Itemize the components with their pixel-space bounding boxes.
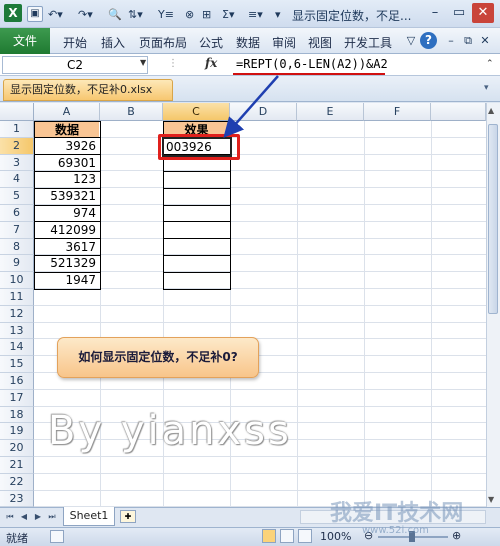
normal-view-icon[interactable] xyxy=(262,529,276,543)
insert-sheet-icon[interactable]: ✚ xyxy=(120,510,136,523)
last-sheet-icon[interactable]: ⏭ xyxy=(46,509,58,525)
page-layout-view-icon[interactable] xyxy=(280,529,294,543)
sheet-tab-sheet1[interactable]: Sheet1 xyxy=(63,507,115,526)
scroll-thumb[interactable] xyxy=(488,124,498,314)
author-watermark: By yianxss xyxy=(48,408,292,454)
annotation-arrow xyxy=(223,75,279,138)
zoom-level[interactable]: 100% xyxy=(320,530,351,543)
prev-sheet-icon[interactable]: ◀ xyxy=(18,509,30,525)
page-break-view-icon[interactable] xyxy=(298,529,312,543)
zoom-in-icon[interactable]: ⊕ xyxy=(452,529,461,542)
site-watermark-url: www.52i.com xyxy=(362,525,429,536)
scroll-down-icon[interactable]: ▼ xyxy=(488,495,494,504)
status-ready: 就绪 xyxy=(6,532,28,545)
callout-box: 如何显示固定位数，不足补0? xyxy=(57,337,259,378)
scroll-up-icon[interactable]: ▲ xyxy=(488,106,494,115)
macro-record-icon[interactable] xyxy=(50,530,64,543)
first-sheet-icon[interactable]: ⏮ xyxy=(4,509,16,525)
site-watermark: 我爱IT技术网 xyxy=(330,501,464,526)
next-sheet-icon[interactable]: ▶ xyxy=(32,509,44,525)
